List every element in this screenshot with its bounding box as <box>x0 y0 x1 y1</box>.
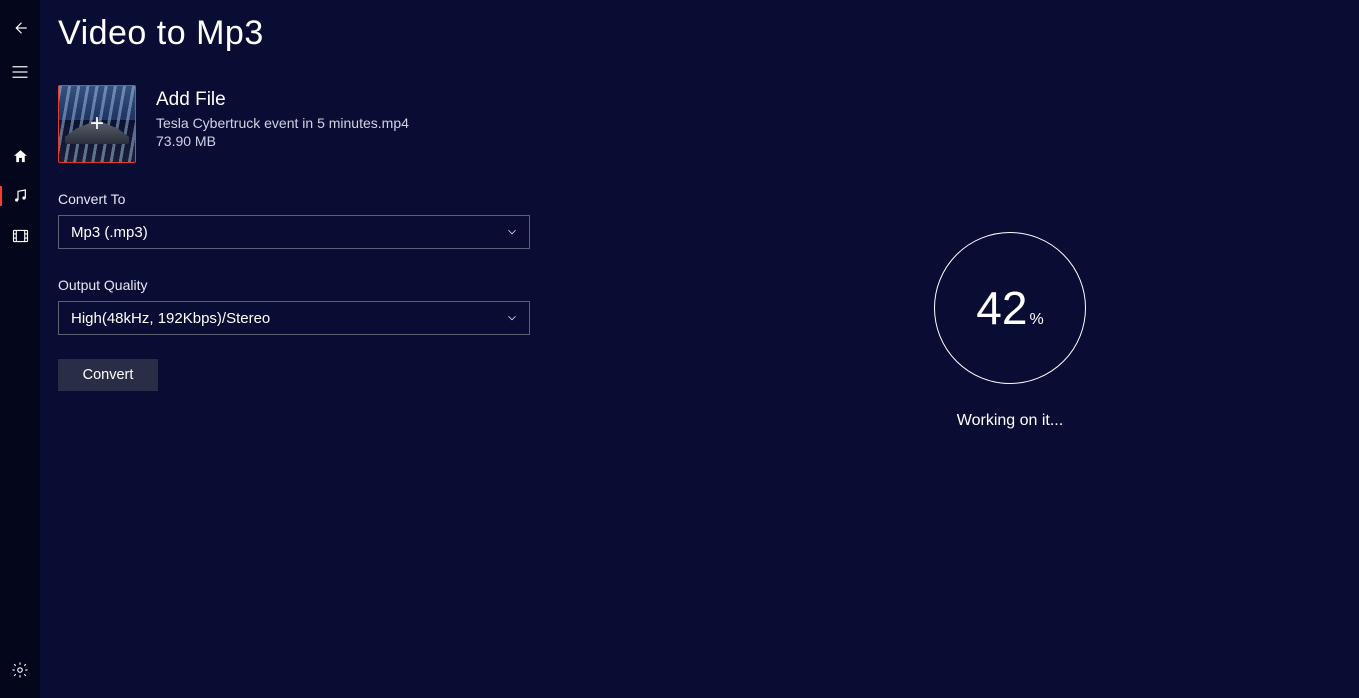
add-file-label: Add File <box>156 89 409 111</box>
convert-button-label: Convert <box>83 367 134 383</box>
home-icon <box>12 148 29 165</box>
progress-number: 42 <box>976 281 1027 335</box>
nav-group <box>0 136 40 256</box>
output-quality-value: High(48kHz, 192Kbps)/Stereo <box>71 310 270 327</box>
progress-status: Working on it... <box>957 412 1063 430</box>
convert-to-label: Convert To <box>58 191 1341 207</box>
output-quality-select[interactable]: High(48kHz, 192Kbps)/Stereo <box>58 301 530 335</box>
convert-button[interactable]: Convert <box>58 359 158 391</box>
nav-music[interactable] <box>0 176 40 216</box>
hamburger-icon <box>11 65 29 79</box>
chevron-down-icon <box>505 225 519 239</box>
film-icon <box>12 229 29 243</box>
nav-video[interactable] <box>0 216 40 256</box>
back-button[interactable] <box>0 8 40 48</box>
page-title: Video to Mp3 <box>58 14 1341 53</box>
music-note-icon <box>12 188 28 204</box>
progress-percent: 42 % <box>976 281 1043 335</box>
chevron-down-icon <box>505 311 519 325</box>
nav-home[interactable] <box>0 136 40 176</box>
gear-icon <box>11 661 29 679</box>
file-meta: Add File Tesla Cybertruck event in 5 min… <box>156 85 409 163</box>
convert-to-value: Mp3 (.mp3) <box>71 224 148 241</box>
settings-button[interactable] <box>0 650 40 690</box>
add-file-thumbnail[interactable]: + <box>58 85 136 163</box>
menu-button[interactable] <box>0 52 40 92</box>
file-size: 73.90 MB <box>156 133 409 149</box>
progress-symbol: % <box>1029 311 1043 329</box>
file-name: Tesla Cybertruck event in 5 minutes.mp4 <box>156 115 409 131</box>
convert-to-select[interactable]: Mp3 (.mp3) <box>58 215 530 249</box>
arrow-left-icon <box>11 19 29 37</box>
sidebar <box>0 0 40 698</box>
progress-ring: 42 % <box>934 232 1086 384</box>
progress-area: 42 % Working on it... <box>870 232 1150 430</box>
file-row: + Add File Tesla Cybertruck event in 5 m… <box>58 85 1341 163</box>
main-content: Video to Mp3 + Add File Tesla Cybertruck… <box>40 0 1359 698</box>
plus-icon: + <box>59 86 135 162</box>
